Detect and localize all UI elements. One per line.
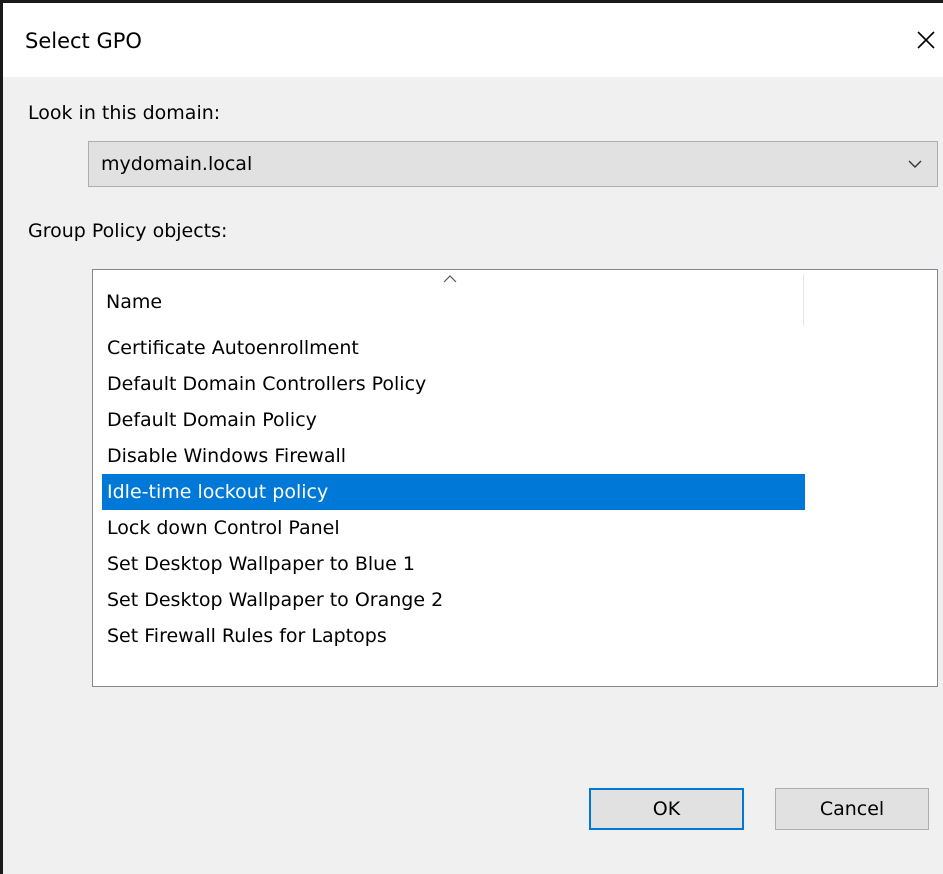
close-button[interactable] bbox=[909, 23, 943, 57]
column-header-label: Name bbox=[106, 291, 163, 313]
domain-dropdown-value: mydomain.local bbox=[101, 153, 253, 175]
gpo-list-item[interactable]: Certificate Autoenrollment bbox=[102, 330, 805, 366]
close-icon bbox=[917, 31, 935, 49]
column-header-name[interactable]: Name bbox=[93, 270, 805, 328]
gpo-list-item[interactable]: Set Desktop Wallpaper to Orange 2 bbox=[102, 582, 805, 618]
gpo-list-item[interactable]: Set Firewall Rules for Laptops bbox=[102, 618, 805, 654]
cancel-button[interactable]: Cancel bbox=[775, 788, 929, 830]
gpo-list-rows: Certificate Autoenrollment Default Domai… bbox=[102, 330, 805, 654]
chevron-down-icon bbox=[908, 160, 922, 168]
gpo-list[interactable]: Name Certificate Autoenrollment Default … bbox=[92, 269, 938, 687]
sort-ascending-icon bbox=[443, 275, 457, 283]
column-separator[interactable] bbox=[803, 274, 804, 326]
gpo-list-item[interactable]: Set Desktop Wallpaper to Blue 1 bbox=[102, 546, 805, 582]
dialog-title: Select GPO bbox=[25, 29, 142, 53]
domain-dropdown[interactable]: mydomain.local bbox=[88, 141, 938, 187]
gpo-list-item[interactable]: Default Domain Policy bbox=[102, 402, 805, 438]
select-gpo-dialog: Select GPO Look in this domain: mydomain… bbox=[0, 0, 943, 874]
gpo-list-item[interactable]: Lock down Control Panel bbox=[102, 510, 805, 546]
domain-label: Look in this domain: bbox=[28, 102, 221, 124]
title-bar: Select GPO bbox=[3, 3, 943, 77]
gpo-list-item-selected[interactable]: Idle-time lockout policy bbox=[102, 474, 805, 510]
gpo-list-label: Group Policy objects: bbox=[28, 220, 228, 242]
ok-button[interactable]: OK bbox=[589, 788, 744, 830]
gpo-list-item[interactable]: Disable Windows Firewall bbox=[102, 438, 805, 474]
gpo-list-item[interactable]: Default Domain Controllers Policy bbox=[102, 366, 805, 402]
